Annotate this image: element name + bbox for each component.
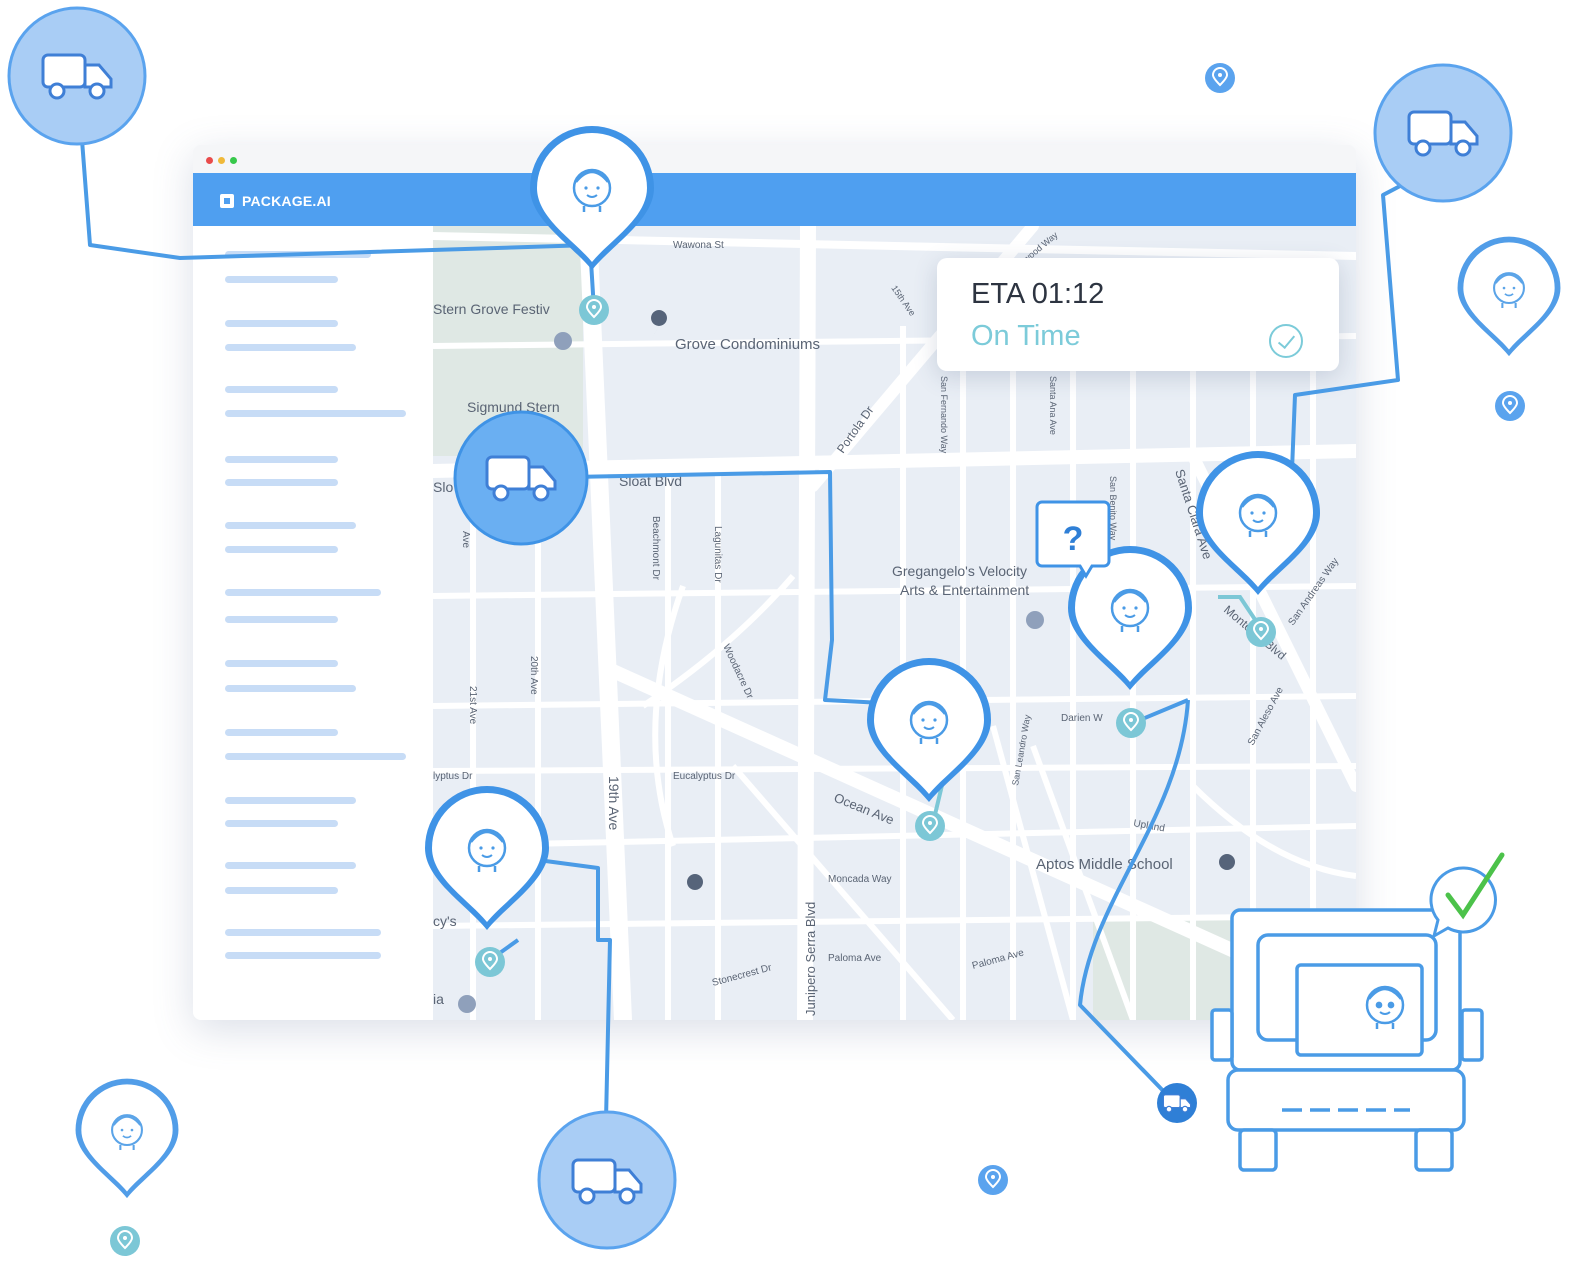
truck-badge — [7, 6, 147, 146]
location-marker-icon — [1494, 390, 1526, 422]
customer-pin-icon[interactable] — [867, 658, 991, 802]
truck-badge — [1373, 63, 1513, 203]
location-marker-icon — [1204, 62, 1236, 94]
question-bubble: ? — [1035, 500, 1111, 579]
truck-badge[interactable] — [453, 410, 589, 546]
location-marker-icon[interactable] — [474, 946, 506, 978]
location-marker-icon[interactable] — [1245, 616, 1277, 648]
truck-dot[interactable] — [1157, 1083, 1197, 1123]
route-line — [80, 139, 596, 311]
location-marker-icon — [109, 1225, 141, 1257]
customer-pin-icon[interactable] — [530, 126, 654, 270]
location-marker-icon[interactable] — [1115, 707, 1147, 739]
location-marker-icon[interactable] — [914, 810, 946, 842]
route-line — [519, 470, 930, 761]
delivered-badge — [1429, 852, 1505, 940]
truck-badge — [537, 1110, 677, 1250]
customer-pin-icon — [76, 1079, 179, 1199]
customer-pin-icon — [1458, 237, 1561, 357]
delivery-truck-illustration — [1210, 908, 1484, 1172]
location-marker-icon — [977, 1164, 1009, 1196]
location-marker-icon[interactable] — [578, 294, 610, 326]
route-line — [537, 858, 612, 1121]
route-line — [1078, 698, 1190, 1102]
customer-pin-icon[interactable] — [425, 786, 549, 930]
customer-pin-icon[interactable] — [1196, 451, 1320, 595]
route-overlay: ? — [7, 6, 1572, 1257]
route-line — [1288, 163, 1441, 521]
question-mark-icon: ? — [1063, 520, 1084, 558]
